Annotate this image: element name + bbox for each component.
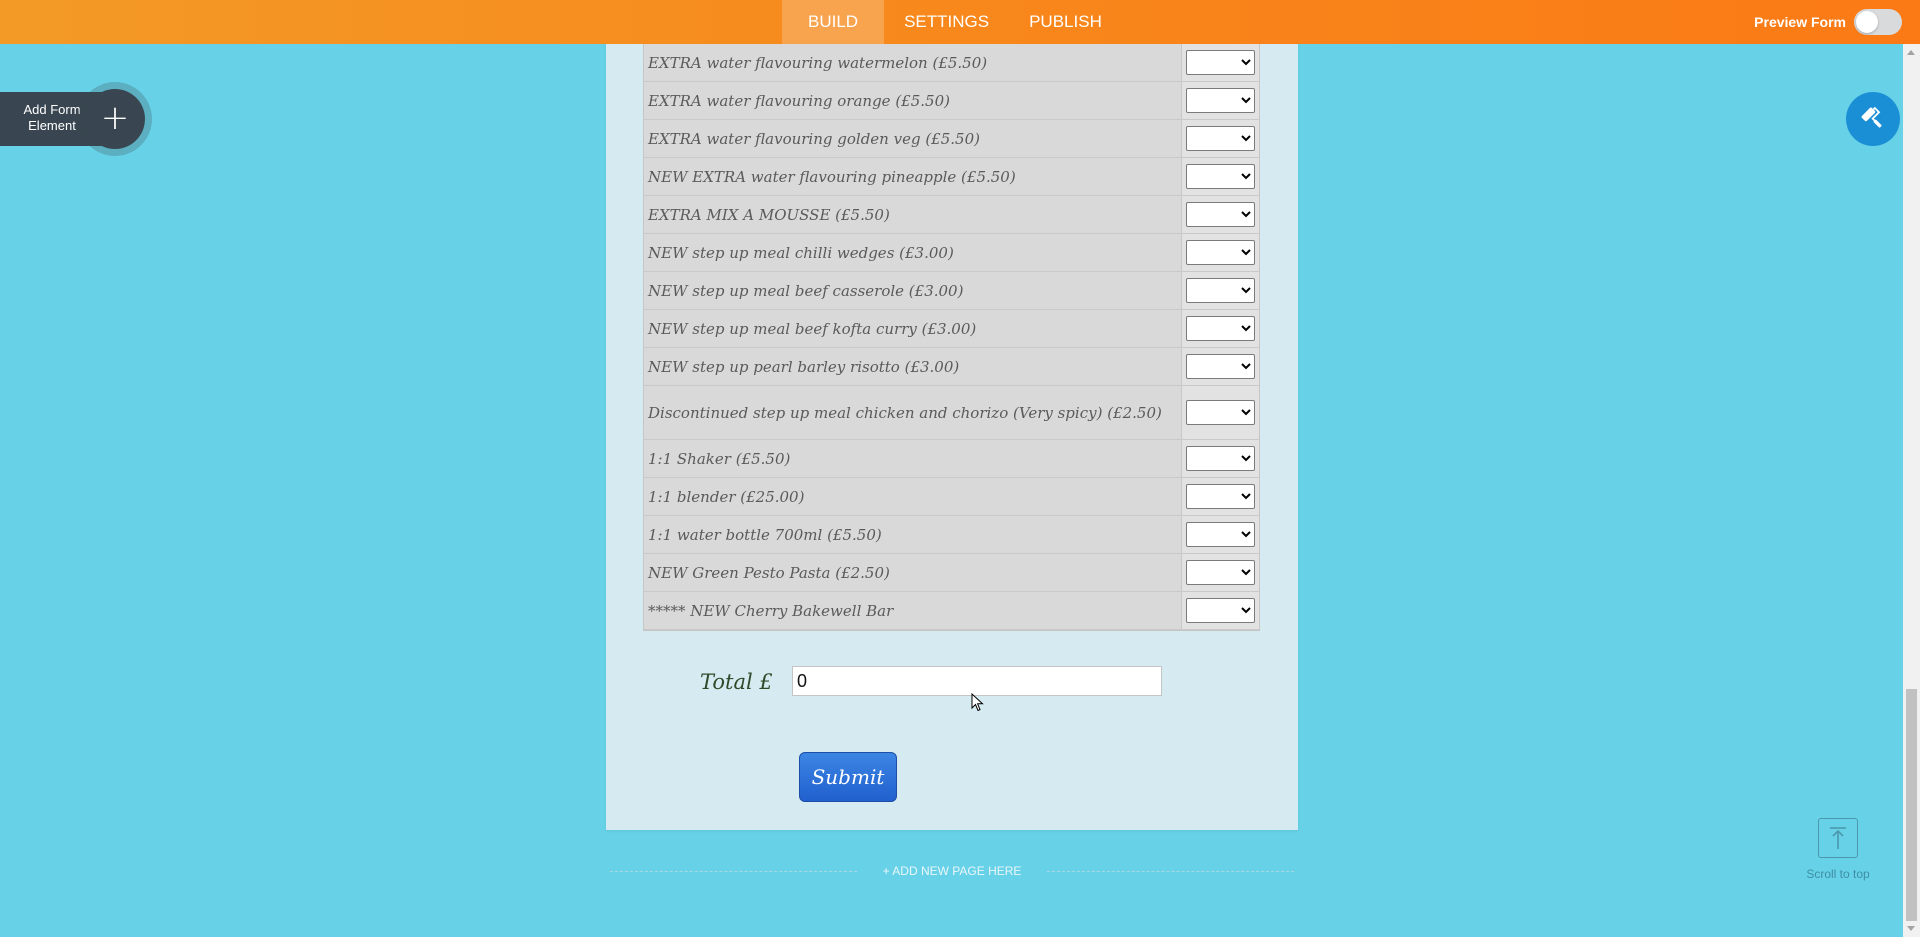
table-row: NEW step up meal beef casserole (£3.00) — [644, 272, 1259, 310]
table-row: EXTRA water flavouring golden veg (£5.50… — [644, 120, 1259, 158]
table-row: 1:1 blender (£25.00) — [644, 478, 1259, 516]
quantity-select[interactable] — [1186, 88, 1255, 113]
total-input[interactable] — [792, 666, 1162, 696]
quantity-cell — [1182, 478, 1259, 515]
product-label: Discontinued step up meal chicken and ch… — [644, 386, 1182, 439]
toggle-knob — [1856, 11, 1878, 33]
submit-button[interactable]: Submit — [799, 752, 897, 802]
add-new-page-link[interactable]: + ADD NEW PAGE HERE — [857, 864, 1048, 878]
product-label: 1:1 blender (£25.00) — [644, 478, 1182, 515]
table-row: NEW step up meal chilli wedges (£3.00) — [644, 234, 1259, 272]
table-row: NEW step up pearl barley risotto (£3.00) — [644, 348, 1259, 386]
quantity-cell — [1182, 386, 1259, 439]
quantity-select[interactable] — [1186, 598, 1255, 623]
product-label: 1:1 water bottle 700ml (£5.50) — [644, 516, 1182, 553]
quantity-cell — [1182, 272, 1259, 309]
form-card: EXTRA water flavouring watermelon (£5.50… — [606, 44, 1298, 830]
scroll-down-arrow-icon[interactable] — [1907, 926, 1915, 931]
quantity-cell — [1182, 554, 1259, 591]
scroll-up-arrow-icon[interactable] — [1907, 50, 1915, 55]
quantity-select[interactable] — [1186, 560, 1255, 585]
quantity-cell — [1182, 196, 1259, 233]
product-label: NEW step up pearl barley risotto (£3.00) — [644, 348, 1182, 385]
table-row: Discontinued step up meal chicken and ch… — [644, 386, 1259, 440]
product-label: NEW Green Pesto Pasta (£2.50) — [644, 554, 1182, 591]
table-row: ***** NEW Cherry Bakewell Bar — [644, 592, 1259, 630]
quantity-cell — [1182, 440, 1259, 477]
product-label: ***** NEW Cherry Bakewell Bar — [644, 592, 1182, 629]
product-label: 1:1 Shaker (£5.50) — [644, 440, 1182, 477]
table-row: NEW Green Pesto Pasta (£2.50) — [644, 554, 1259, 592]
quantity-select[interactable] — [1186, 50, 1255, 75]
quantity-cell — [1182, 234, 1259, 271]
product-label: EXTRA water flavouring watermelon (£5.50… — [644, 44, 1182, 81]
quantity-select[interactable] — [1186, 446, 1255, 471]
product-label: NEW EXTRA water flavouring pineapple (£5… — [644, 158, 1182, 195]
tab-build[interactable]: BUILD — [782, 0, 885, 44]
quantity-select[interactable] — [1186, 354, 1255, 379]
product-label: NEW step up meal beef kofta curry (£3.00… — [644, 310, 1182, 347]
preview-form-toggle[interactable] — [1854, 9, 1902, 35]
scroll-to-top-button[interactable]: Scroll to top — [1806, 818, 1870, 881]
table-row: NEW step up meal beef kofta curry (£3.00… — [644, 310, 1259, 348]
scrollbar-thumb[interactable] — [1906, 689, 1917, 921]
quantity-cell — [1182, 516, 1259, 553]
quantity-cell — [1182, 82, 1259, 119]
table-row: NEW EXTRA water flavouring pineapple (£5… — [644, 158, 1259, 196]
table-row: EXTRA water flavouring watermelon (£5.50… — [644, 44, 1259, 82]
table-row: EXTRA MIX A MOUSSE (£5.50) — [644, 196, 1259, 234]
product-grid: EXTRA water flavouring watermelon (£5.50… — [643, 44, 1260, 631]
product-label: EXTRA MIX A MOUSSE (£5.50) — [644, 196, 1182, 233]
top-nav: BUILD SETTINGS PUBLISH — [782, 0, 1122, 44]
paint-roller-icon — [1861, 106, 1882, 128]
product-label: NEW step up meal beef casserole (£3.00) — [644, 272, 1182, 309]
divider — [610, 870, 857, 872]
preview-form-control: Preview Form — [1754, 0, 1902, 44]
quantity-cell — [1182, 310, 1259, 347]
table-row: 1:1 Shaker (£5.50) — [644, 440, 1259, 478]
quantity-select[interactable] — [1186, 278, 1255, 303]
product-label: EXTRA water flavouring golden veg (£5.50… — [644, 120, 1182, 157]
quantity-select[interactable] — [1186, 126, 1255, 151]
quantity-select[interactable] — [1186, 202, 1255, 227]
total-label: Total £ — [700, 670, 773, 694]
scroll-to-top-icon — [1818, 818, 1858, 858]
add-new-page: + ADD NEW PAGE HERE — [610, 862, 1294, 880]
tab-publish[interactable]: PUBLISH — [1009, 0, 1122, 44]
quantity-select[interactable] — [1186, 400, 1255, 425]
quantity-cell — [1182, 592, 1259, 629]
vertical-scrollbar[interactable] — [1903, 44, 1920, 937]
product-label: NEW step up meal chilli wedges (£3.00) — [644, 234, 1182, 271]
quantity-select[interactable] — [1186, 484, 1255, 509]
quantity-cell — [1182, 44, 1259, 81]
scroll-to-top-label: Scroll to top — [1806, 867, 1870, 881]
quantity-select[interactable] — [1186, 240, 1255, 265]
quantity-cell — [1182, 348, 1259, 385]
top-bar: BUILD SETTINGS PUBLISH Preview Form — [0, 0, 1920, 44]
quantity-select[interactable] — [1186, 164, 1255, 189]
plus-icon[interactable]: + — [85, 89, 145, 149]
tab-settings[interactable]: SETTINGS — [884, 0, 1009, 44]
table-row: EXTRA water flavouring orange (£5.50) — [644, 82, 1259, 120]
table-row: 1:1 water bottle 700ml (£5.50) — [644, 516, 1259, 554]
quantity-cell — [1182, 158, 1259, 195]
form-designer-button[interactable] — [1846, 92, 1900, 146]
mouse-cursor-icon — [971, 693, 984, 712]
preview-form-label: Preview Form — [1754, 14, 1846, 30]
divider — [1047, 870, 1294, 872]
quantity-select[interactable] — [1186, 522, 1255, 547]
quantity-select[interactable] — [1186, 316, 1255, 341]
product-label: EXTRA water flavouring orange (£5.50) — [644, 82, 1182, 119]
quantity-cell — [1182, 120, 1259, 157]
